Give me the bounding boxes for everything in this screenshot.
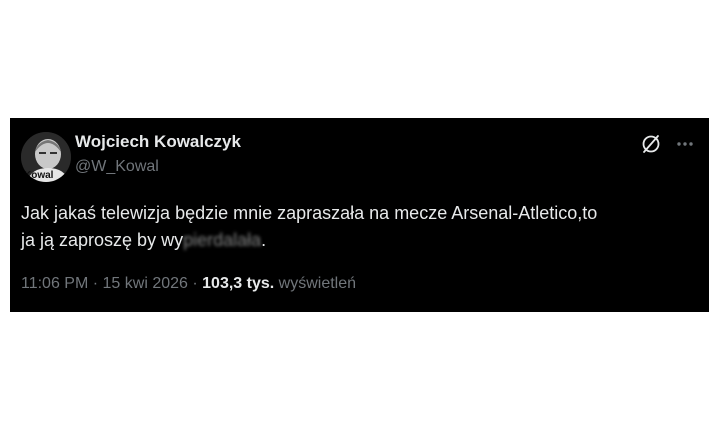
tweet-meta: 11:06 PM · 15 kwi 2026 · 103,3 tys. wyśw… xyxy=(21,275,356,293)
views-count[interactable]: 103,3 tys. xyxy=(202,275,274,292)
tweet-text-line-1: Jak jakaś telewizja będzie mnie zaprasza… xyxy=(21,203,598,223)
tweet-text-line-2: ja ją zaproszę by wypierdalała. xyxy=(21,227,701,254)
author-name[interactable]: Wojciech Kowalczyk xyxy=(75,132,241,152)
more-horizontal-icon[interactable] xyxy=(674,133,696,155)
avatar-logo-text: Kowal xyxy=(24,170,54,181)
avatar[interactable]: Kowal xyxy=(21,132,71,182)
views-label: wyświetleń xyxy=(278,275,357,292)
meta-separator-2: · xyxy=(192,275,198,292)
tweet-text-line-2-suffix: . xyxy=(261,230,267,250)
tweet-text-line-2-prefix: ja ją zaproszę by wy xyxy=(21,230,184,250)
censored-text: pierdalała xyxy=(183,230,262,250)
avatar-image: Kowal xyxy=(21,132,71,182)
tweet-card[interactable]: Kowal Wojciech Kowalczyk @W_Kowal Jak ja… xyxy=(10,118,709,312)
tweet-date[interactable]: 15 kwi 2026 xyxy=(103,275,188,292)
tweet-time[interactable]: 11:06 PM xyxy=(21,275,88,292)
grok-icon[interactable] xyxy=(640,133,662,155)
tweet-text: Jak jakaś telewizja będzie mnie zaprasza… xyxy=(21,200,701,254)
author-handle[interactable]: @W_Kowal xyxy=(75,158,159,176)
meta-separator-1: · xyxy=(92,275,99,292)
